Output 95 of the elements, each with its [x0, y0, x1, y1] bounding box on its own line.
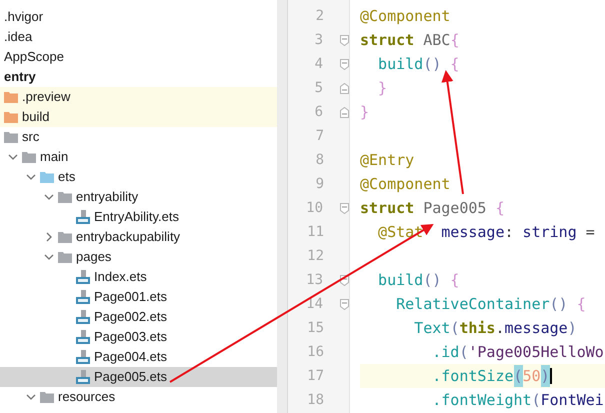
tree-row[interactable]: entry	[0, 67, 277, 87]
code-line: @Stat message: string =	[377, 222, 596, 243]
tree-row[interactable]: entrybackupability	[0, 227, 277, 247]
tree-row[interactable]: build	[0, 107, 277, 127]
tree-label: entry	[4, 68, 36, 86]
tree-label: Page004.ets	[94, 348, 168, 366]
folder-icon	[58, 231, 72, 243]
scrollbar[interactable]	[277, 0, 287, 413]
file-icon	[76, 270, 90, 284]
tree-row[interactable]: pages	[0, 247, 277, 267]
folder-icon	[40, 171, 54, 183]
tree-row[interactable]: Page004.ets	[0, 347, 277, 367]
line-number: 13	[305, 270, 323, 290]
text-cursor	[550, 368, 552, 384]
tree-label: Page005.ets	[94, 368, 168, 386]
file-icon	[76, 310, 90, 324]
folder-icon	[40, 391, 54, 403]
code-line: .id('Page005HelloWo	[431, 342, 605, 363]
file-icon	[76, 330, 90, 344]
code-line: }	[377, 78, 388, 99]
tree-row[interactable]: EntryAbility.ets	[0, 207, 277, 227]
line-number: 15	[306, 318, 324, 338]
tree-label: Page002.ets	[94, 308, 168, 326]
line-number: 7	[314, 126, 324, 146]
line-number: 10	[305, 198, 323, 218]
tree-label: EntryAbility.ets	[94, 208, 180, 226]
line-number: 18	[306, 390, 324, 410]
code-line: struct Page005 {	[360, 198, 506, 219]
code-line: @Component	[360, 6, 452, 27]
folder-icon	[4, 91, 18, 103]
code-line: build() {	[377, 270, 460, 291]
fold-icon[interactable]	[340, 82, 349, 94]
tree-row[interactable]: .idea	[0, 27, 277, 47]
tree-label: Page003.ets	[94, 328, 168, 346]
tree-row[interactable]: Page001.ets	[0, 287, 277, 307]
tree-label: Index.ets	[94, 268, 147, 286]
tree-label: resources	[58, 388, 116, 406]
tree-label: entrybackupability	[76, 228, 180, 246]
line-number: 11	[306, 222, 324, 242]
file-icon	[76, 350, 90, 364]
tree-row[interactable]: ets	[0, 167, 277, 187]
tree-row[interactable]: main	[0, 147, 277, 167]
tree-row[interactable]: AppScope	[0, 47, 277, 67]
folder-icon	[4, 131, 18, 143]
code-line: struct ABC{	[360, 30, 460, 51]
file-icon	[76, 210, 90, 224]
line-number: 17	[306, 366, 324, 386]
tree-row[interactable]: Index.ets	[0, 267, 277, 287]
file-icon	[76, 370, 90, 384]
line-number: 12	[306, 246, 324, 266]
code-line: Text(this.message)	[413, 318, 578, 339]
tree-label: pages	[76, 248, 112, 266]
tree-label: .preview	[22, 88, 70, 106]
code-line: @Entry	[360, 150, 416, 171]
fold-icon[interactable]	[340, 202, 349, 214]
folder-icon	[4, 111, 18, 123]
tree-row[interactable]: Page002.ets	[0, 307, 277, 327]
line-number: 3	[314, 30, 323, 50]
line-number: 6	[314, 102, 323, 122]
tree-row[interactable]: Page003.ets	[0, 327, 277, 347]
code-line: build() {	[377, 54, 460, 75]
tree-label: build	[22, 108, 50, 126]
code-line: }	[360, 102, 370, 123]
code-line: RelativeContainer() {	[395, 294, 587, 315]
fold-icon[interactable]	[340, 58, 349, 70]
tree-label: AppScope	[4, 48, 64, 66]
tree-row[interactable]: .hvigor	[0, 7, 277, 27]
fold-icon[interactable]	[340, 298, 349, 310]
line-number: 8	[314, 150, 324, 170]
tree-label: .idea	[4, 28, 32, 46]
line-number: 16	[306, 342, 324, 362]
folder-icon	[58, 191, 72, 203]
folder-icon	[58, 251, 72, 263]
chevron-icon[interactable]	[26, 392, 36, 402]
tree-row[interactable]: .preview	[0, 87, 277, 107]
line-number: 9	[314, 174, 324, 194]
folder-icon	[22, 151, 36, 163]
fold-icon[interactable]	[340, 34, 349, 46]
tree-label: entryability	[76, 188, 138, 206]
code-line: @Component	[360, 174, 452, 195]
tree-row[interactable]: Page005.ets	[0, 367, 277, 387]
line-number: 5	[314, 78, 323, 98]
fold-icon[interactable]	[340, 106, 349, 118]
tree-label: Page001.ets	[94, 288, 168, 306]
tree-label: .hvigor	[4, 8, 44, 26]
tree-label: src	[22, 128, 40, 146]
tree-row[interactable]: entryability	[0, 187, 277, 207]
tree-row[interactable]: src	[0, 127, 277, 147]
file-icon	[76, 290, 90, 304]
tree-label: main	[40, 148, 68, 166]
tree-label: ets	[58, 168, 76, 186]
line-number: 2	[314, 6, 324, 26]
tree-row[interactable]: resources	[0, 387, 277, 407]
code-line: .fontWeight(FontWei	[431, 390, 605, 411]
line-number: 4	[314, 54, 323, 74]
